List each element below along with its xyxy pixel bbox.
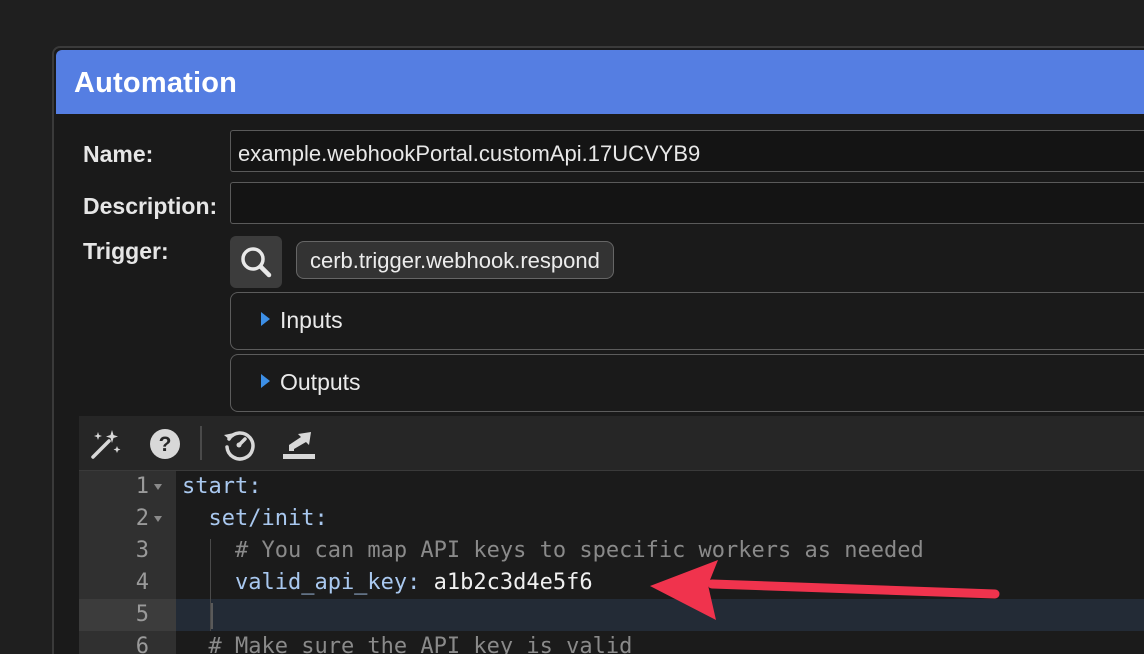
inputs-section-label: Inputs — [280, 307, 343, 333]
export-button[interactable] — [281, 427, 317, 461]
trigger-chip[interactable]: cerb.trigger.webhook.respond — [296, 241, 614, 279]
outputs-section[interactable]: Outputs — [230, 354, 1144, 412]
line-number-cell: 5 — [79, 599, 176, 631]
code-text: start: — [182, 474, 262, 499]
export-icon — [283, 432, 315, 459]
line-number: 5 — [135, 602, 149, 627]
name-label: Name: — [83, 141, 154, 167]
description-field[interactable] — [230, 182, 1144, 224]
code-line[interactable]: 4 valid_api_key: a1b2c3d4e5f6 — [79, 567, 1144, 599]
description-label: Description: — [83, 193, 218, 219]
code-line[interactable]: 2 set/init: — [79, 503, 1144, 535]
line-number-cell: 6 — [79, 631, 176, 654]
indent-guide — [210, 539, 211, 631]
history-icon — [224, 431, 255, 461]
fold-arrow-icon[interactable] — [154, 484, 162, 490]
line-number-cell: 2 — [79, 503, 176, 535]
search-icon — [241, 247, 272, 278]
code-text: set/init: — [182, 506, 328, 531]
code-line[interactable]: 3 # You can map API keys to specific wor… — [79, 535, 1144, 567]
code-line[interactable]: 1 start: — [79, 471, 1144, 503]
screen: Automation Name: example.webhookPortal.c… — [0, 0, 1144, 654]
code-comment: # You can map API keys to specific worke… — [182, 538, 924, 563]
toolbar-divider — [200, 426, 202, 460]
dialog-title: Automation — [74, 67, 238, 99]
line-number: 1 — [135, 474, 149, 499]
expand-triangle-icon — [261, 374, 270, 388]
line-number: 3 — [135, 538, 149, 563]
inputs-section[interactable]: Inputs — [230, 292, 1144, 350]
code-editor[interactable]: 1 start: 2 set/init: 3 # You can map API… — [79, 471, 1144, 654]
code-line[interactable]: 6 # Make sure the API key is valid — [79, 631, 1144, 654]
fold-arrow-icon[interactable] — [154, 516, 162, 522]
outputs-section-label: Outputs — [280, 369, 361, 395]
trigger-search-button[interactable] — [230, 236, 282, 288]
code-line-active[interactable]: 5 — [79, 599, 1144, 631]
code-text: valid_api_key: a1b2c3d4e5f6 — [182, 570, 593, 595]
svg-text:?: ? — [159, 433, 172, 456]
editor-toolbar: ? — [79, 416, 1144, 471]
expand-triangle-icon — [261, 312, 270, 326]
dialog-titlebar[interactable]: Automation — [56, 50, 1144, 114]
line-number: 2 — [135, 506, 149, 531]
help-icon: ? — [150, 429, 180, 459]
magic-wand-button[interactable] — [87, 427, 123, 461]
line-number-cell: 4 — [79, 567, 176, 599]
line-number: 6 — [135, 634, 149, 654]
trigger-label: Trigger: — [83, 238, 169, 264]
line-number-cell: 1 — [79, 471, 176, 503]
line-number: 4 — [135, 570, 149, 595]
history-button[interactable] — [221, 427, 257, 461]
help-button[interactable]: ? — [147, 427, 183, 461]
name-field[interactable]: example.webhookPortal.customApi.17UCVYB9 — [230, 130, 1144, 172]
line-number-cell: 3 — [79, 535, 176, 567]
magic-wand-icon — [91, 430, 121, 459]
code-comment: # Make sure the API key is valid — [182, 634, 633, 654]
